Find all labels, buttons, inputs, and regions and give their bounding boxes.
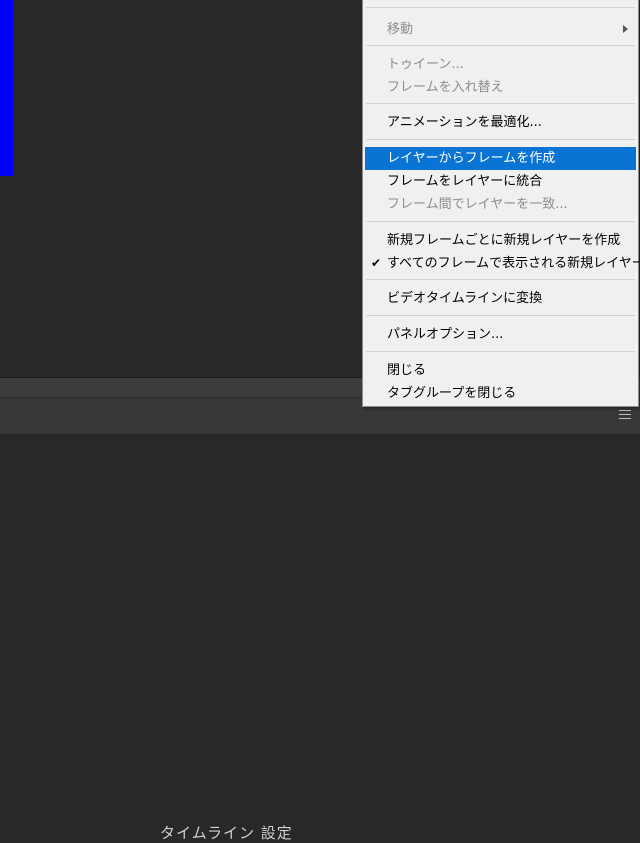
menu-item-match-layer-across-frames[interactable]: フレーム間でレイヤーを一致... [365, 193, 636, 216]
menu-item-label: フレームをレイヤーに統合 [387, 174, 543, 189]
menu-item-label: トゥイーン... [387, 57, 464, 72]
menu-item-label: パネルオプション... [387, 327, 504, 342]
menu-separator [366, 45, 635, 46]
menu-item-close[interactable]: 閉じる [365, 359, 636, 382]
menu-item-create-new-layer-per-frame[interactable]: 新規フレームごとに新規レイヤーを作成 [365, 229, 636, 252]
menu-item-label: フレーム間でレイヤーを一致... [387, 197, 568, 212]
menu-item-close-tab-group[interactable]: タブグループを閉じる [365, 382, 636, 405]
menu-item-label: すべてのフレームで表示される新規レイヤー [387, 256, 640, 271]
menu-separator [366, 139, 635, 140]
menu-item-panel-options[interactable]: パネルオプション... [365, 323, 636, 346]
checkmark-icon: ✔ [371, 256, 382, 270]
menu-item-move[interactable]: 移動 [365, 18, 636, 41]
menu-separator [366, 7, 635, 8]
menu-item-label: ビデオタイムラインに変換 [387, 291, 543, 306]
menu-item-flatten-frames-into-layers[interactable]: フレームをレイヤーに統合 [365, 170, 636, 193]
timeline-context-menu: 移動 トゥイーン... フレームを入れ替え アニメーションを最適化... レイヤ… [362, 0, 640, 407]
menu-item-label: アニメーションを最適化... [387, 115, 542, 130]
menu-item-label: タブグループを閉じる [387, 386, 517, 401]
menu-separator [366, 221, 635, 222]
menu-item-label: 新規フレームごとに新規レイヤーを作成 [387, 233, 621, 248]
frame-thumbnail[interactable] [0, 0, 13, 176]
menu-item-convert-to-video-timeline[interactable]: ビデオタイムラインに変換 [365, 287, 636, 310]
panel-menu-icon[interactable] [619, 410, 631, 419]
menu-separator [366, 279, 635, 280]
menu-item-tween[interactable]: トゥイーン... [365, 53, 636, 76]
submenu-arrow-icon [623, 25, 628, 33]
menu-item-label: 閉じる [387, 363, 427, 378]
menu-separator [366, 351, 635, 352]
menu-item-reverse-frames[interactable]: フレームを入れ替え [365, 76, 636, 99]
menu-item-make-frames-from-layers[interactable]: レイヤーからフレームを作成 [365, 147, 636, 170]
menu-item-label: フレームを入れ替え [387, 80, 504, 95]
menu-separator [366, 315, 635, 316]
menu-item-new-layers-visible-in-all-frames[interactable]: ✔ すべてのフレームで表示される新規レイヤー [365, 252, 640, 275]
menu-separator [366, 103, 635, 104]
menu-item-label: レイヤーからフレームを作成 [387, 151, 556, 166]
menu-item-label: 移動 [387, 22, 414, 37]
menu-item-optimize-animation[interactable]: アニメーションを最適化... [365, 111, 636, 134]
panel-label: タイムライン 設定 [160, 824, 293, 842]
